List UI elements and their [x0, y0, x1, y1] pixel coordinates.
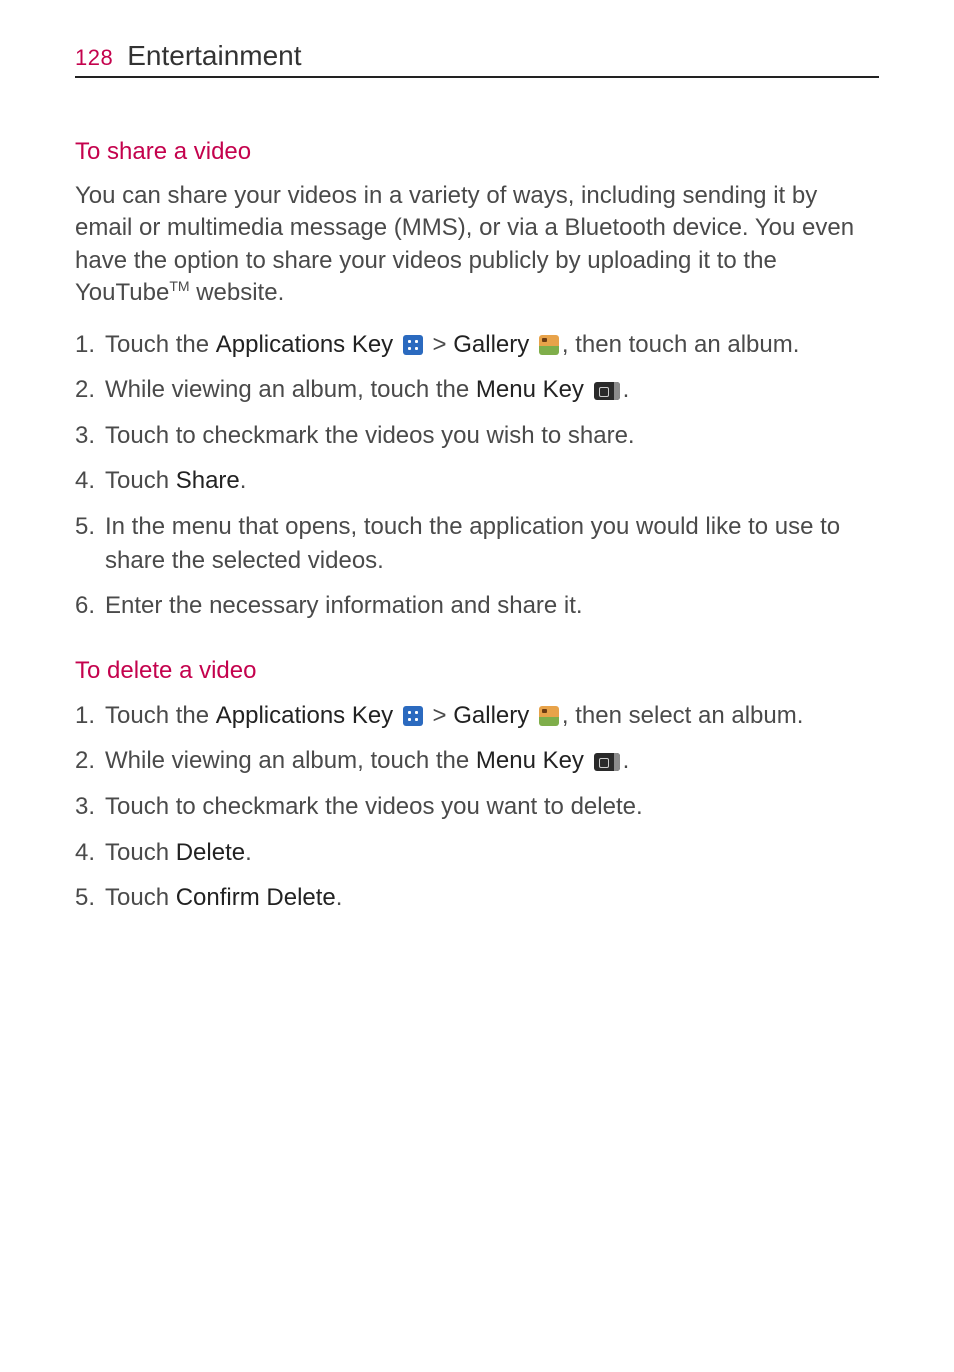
step-item: Touch to checkmark the videos you wish t…	[75, 419, 879, 453]
apps-icon	[403, 706, 423, 726]
emphasis-text: Applications Key	[216, 331, 393, 358]
section-heading: To share a video	[75, 138, 879, 166]
emphasis-text: Share	[176, 467, 240, 494]
step-list: Touch the Applications Key > Gallery , t…	[75, 328, 879, 623]
step-item: Touch Share.	[75, 464, 879, 498]
trademark-symbol: TM	[169, 278, 189, 294]
gallery-icon	[539, 706, 559, 726]
chapter-title: Entertainment	[127, 40, 301, 72]
menu-icon	[594, 753, 620, 771]
page-number: 128	[75, 45, 113, 71]
step-item: Touch Confirm Delete.	[75, 881, 879, 915]
step-item: Touch the Applications Key > Gallery , t…	[75, 328, 879, 362]
step-list: Touch the Applications Key > Gallery , t…	[75, 699, 879, 915]
section-heading: To delete a video	[75, 657, 879, 685]
gallery-icon	[539, 335, 559, 355]
step-item: While viewing an album, touch the Menu K…	[75, 744, 879, 778]
emphasis-text: Menu Key	[476, 747, 584, 774]
step-item: While viewing an album, touch the Menu K…	[75, 373, 879, 407]
page-header: 128 Entertainment	[75, 40, 879, 78]
section-intro: You can share your videos in a variety o…	[75, 180, 879, 310]
emphasis-text: Delete	[176, 839, 245, 866]
emphasis-text: Confirm Delete	[176, 884, 336, 911]
step-item: Touch Delete.	[75, 836, 879, 870]
step-item: In the menu that opens, touch the applic…	[75, 510, 879, 577]
step-item: Enter the necessary information and shar…	[75, 589, 879, 623]
emphasis-text: Gallery	[453, 331, 529, 358]
apps-icon	[403, 335, 423, 355]
emphasis-text: Menu Key	[476, 376, 584, 403]
step-item: Touch the Applications Key > Gallery , t…	[75, 699, 879, 733]
menu-icon	[594, 382, 620, 400]
page-content: To share a video You can share your video…	[75, 138, 879, 915]
emphasis-text: Gallery	[453, 702, 529, 729]
emphasis-text: Applications Key	[216, 702, 393, 729]
step-item: Touch to checkmark the videos you want t…	[75, 790, 879, 824]
